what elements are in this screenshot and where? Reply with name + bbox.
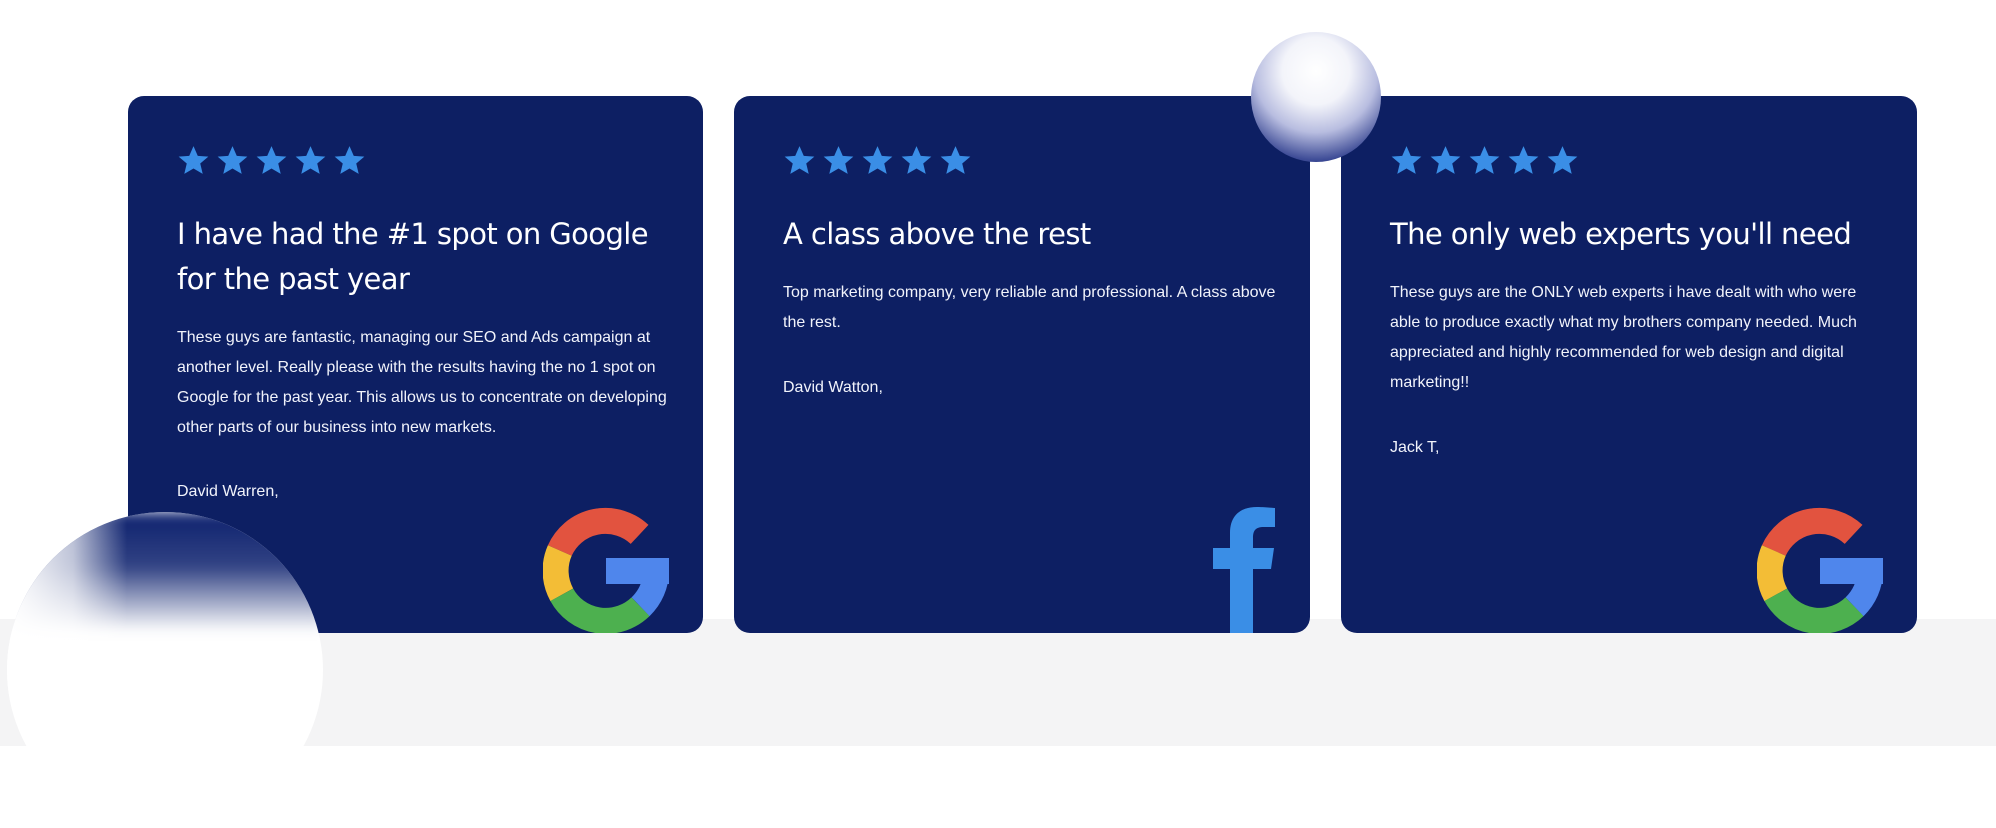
star-icon <box>256 146 287 174</box>
star-icon <box>823 146 854 174</box>
decorative-gradient <box>7 512 127 828</box>
star-icon <box>178 146 209 174</box>
review-author: David Warren, <box>177 483 279 500</box>
star-icon <box>1508 146 1539 174</box>
star-icon <box>1430 146 1461 174</box>
google-icon <box>543 507 669 633</box>
star-icon <box>1469 146 1500 174</box>
google-icon <box>1757 507 1883 633</box>
review-text: Top marketing company, very reliable and… <box>783 284 1276 331</box>
star-rating <box>177 144 366 177</box>
star-icon <box>901 146 932 174</box>
review-title: A class above the rest <box>783 217 1091 251</box>
star-icon <box>862 146 893 174</box>
decorative-circle <box>1251 32 1381 162</box>
star-icon <box>217 146 248 174</box>
review-text: These guys are fantastic, managing our S… <box>177 329 667 436</box>
star-icon <box>940 146 971 174</box>
star-rating <box>1390 144 1579 177</box>
star-icon <box>295 146 326 174</box>
star-rating <box>783 144 972 177</box>
star-icon <box>1391 146 1422 174</box>
review-author: David Watton, <box>783 379 883 396</box>
review-card: A class above the rest Top marketing com… <box>734 96 1310 633</box>
decorative-circle <box>7 512 323 828</box>
review-card: The only web experts you'll need These g… <box>1341 96 1917 633</box>
star-icon <box>334 146 365 174</box>
review-author: Jack T, <box>1390 439 1440 456</box>
review-title: The only web experts you'll need <box>1390 217 1852 251</box>
star-icon <box>1547 146 1578 174</box>
review-text: These guys are the ONLY web experts i ha… <box>1390 284 1857 391</box>
review-title: I have had the #1 spot on Google for the… <box>177 217 649 296</box>
facebook-icon <box>1213 507 1275 633</box>
star-icon <box>784 146 815 174</box>
